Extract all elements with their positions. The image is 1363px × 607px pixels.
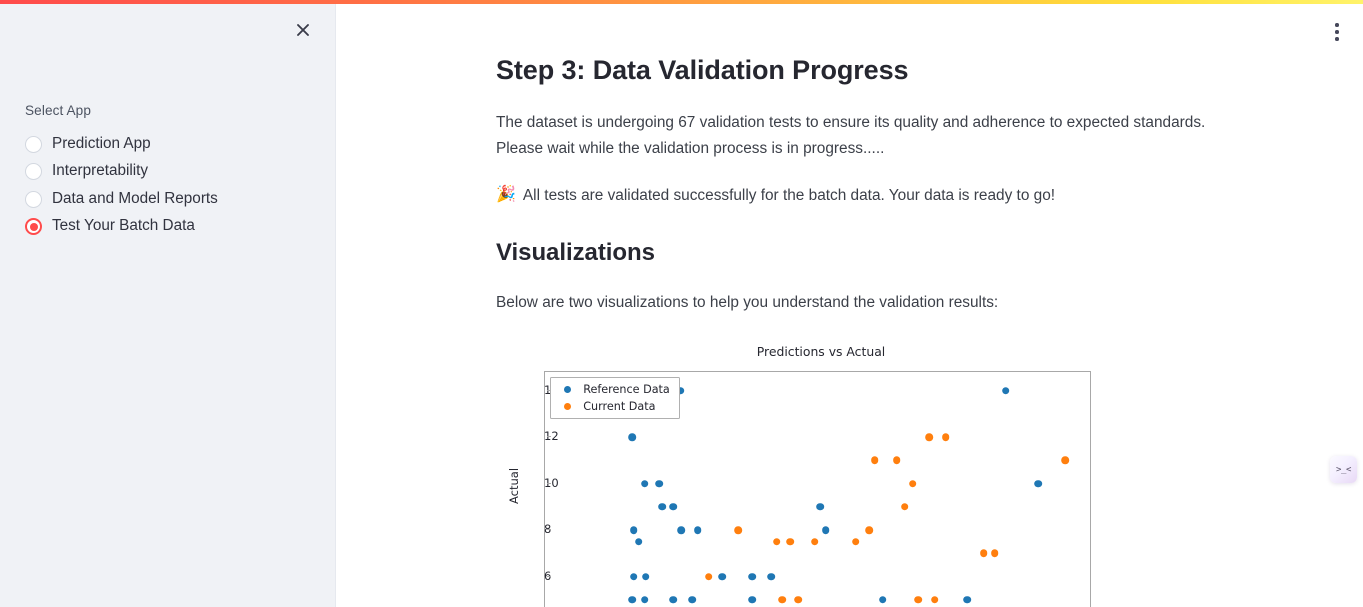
scatter-point [748, 596, 756, 604]
y-axis-tick-label: 12 [544, 429, 559, 443]
visualizations-intro: Below are two visualizations to help you… [496, 294, 999, 312]
party-popper-icon: 🎉 [496, 185, 516, 203]
scatter-point [642, 572, 650, 581]
y-axis-label: Actual [507, 467, 522, 505]
y-axis-tick-label: 10 [544, 476, 559, 490]
scatter-point [658, 503, 666, 511]
scatter-point [930, 596, 939, 604]
scatter-point [816, 503, 825, 511]
radio-label: Prediction App [52, 134, 151, 152]
validation-description: The dataset is undergoing 67 validation … [496, 113, 1206, 158]
legend-label: Current Data [583, 400, 656, 413]
kebab-dot [1335, 37, 1339, 41]
sidebar-close-button[interactable] [288, 15, 318, 45]
scatter-point [941, 433, 950, 441]
scatter-point [786, 537, 795, 546]
scatter-point [634, 537, 643, 546]
close-icon [295, 22, 311, 38]
scatter-point [865, 526, 874, 534]
face-icon[interactable]: >_< [1330, 456, 1357, 483]
chart-title: Predictions vs Actual [756, 344, 886, 359]
radio-option-data-and-model-reports[interactable]: Data and Model Reports [25, 188, 315, 211]
main-content: Step 3: Data Validation Progress The dat… [336, 4, 1363, 607]
scatter-point [1001, 386, 1010, 395]
scatter-point [767, 572, 775, 581]
scatter-point [810, 537, 819, 546]
scatter-point [655, 479, 664, 488]
scatter-point [1034, 479, 1043, 488]
scatter-point [794, 596, 803, 604]
radio-option-prediction-app[interactable]: Prediction App [25, 133, 315, 156]
app-selector-group: Select App Prediction App Interpretabili… [25, 100, 315, 238]
scatter-point [909, 479, 917, 488]
scatter-point [1061, 456, 1070, 465]
radio-label: Test Your Batch Data [52, 217, 195, 235]
scatter-point [688, 596, 696, 604]
content-column: Step 3: Data Validation Progress The dat… [496, 4, 1236, 317]
legend-label: Reference Data [583, 383, 670, 396]
visualizations-heading: Visualizations [496, 239, 655, 267]
scatter-point [914, 596, 923, 604]
scatter-point [748, 572, 756, 581]
kebab-menu-icon[interactable] [1321, 16, 1353, 48]
radio-label: Data and Model Reports [52, 189, 218, 207]
legend-swatch-reference [564, 385, 572, 394]
scatter-point [870, 456, 879, 465]
scatter-point [821, 526, 830, 534]
validation-success-message: 🎉 All tests are validated successfully f… [496, 183, 1236, 209]
top-gradient-bar [0, 0, 1363, 4]
scatter-point [669, 503, 677, 511]
scatter-point [704, 572, 713, 581]
page-title: Step 3: Data Validation Progress [496, 55, 909, 85]
radio-indicator [25, 135, 42, 153]
legend-item-reference-data: Reference Data [558, 383, 670, 396]
plot-area: Reference Data Current Data [544, 371, 1091, 607]
chart-legend: Reference Data Current Data [550, 377, 680, 419]
scatter-point [879, 596, 887, 604]
y-axis-tick-label: 6 [544, 568, 552, 583]
success-message-text: All tests are validated successfully for… [522, 186, 1056, 204]
radio-indicator [25, 190, 42, 208]
scatter-point [851, 537, 860, 546]
radio-indicator [25, 163, 42, 181]
scatter-point [628, 596, 636, 604]
select-app-label: Select App [25, 103, 91, 118]
legend-item-current-data: Current Data [558, 400, 670, 413]
scatter-point [778, 596, 786, 604]
radio-label: Interpretability [52, 162, 149, 180]
legend-swatch-current [564, 402, 572, 411]
sidebar: Select App Prediction App Interpretabili… [0, 4, 336, 607]
y-axis-tick-label: 8 [544, 522, 552, 537]
scatter-point [628, 433, 636, 441]
scatter-point [669, 596, 677, 604]
predictions-vs-actual-chart: Predictions vs Actual Reference Data Cur… [507, 344, 1111, 607]
scatter-point [693, 526, 702, 534]
app-radio-group[interactable]: Prediction App Interpretability Data and… [25, 133, 315, 238]
scatter-point [963, 596, 972, 604]
scatter-point [718, 572, 726, 581]
scatter-point [990, 549, 999, 558]
scatter-point [734, 526, 743, 534]
scatter-point [630, 572, 638, 581]
scatter-point [772, 537, 781, 546]
kebab-dot [1335, 23, 1339, 27]
radio-option-interpretability[interactable]: Interpretability [25, 160, 315, 183]
scatter-point [979, 549, 988, 558]
scatter-point [677, 526, 686, 534]
scatter-point [630, 526, 638, 534]
kebab-dot [1335, 30, 1339, 34]
scatter-point [892, 456, 901, 465]
scatter-point [925, 433, 934, 441]
app-root: Select App Prediction App Interpretabili… [0, 0, 1363, 607]
radio-option-test-your-batch-data[interactable]: Test Your Batch Data [25, 215, 315, 238]
scatter-point [900, 503, 909, 511]
radio-indicator [25, 218, 42, 236]
scatter-point [640, 479, 649, 488]
scatter-point [640, 596, 649, 604]
